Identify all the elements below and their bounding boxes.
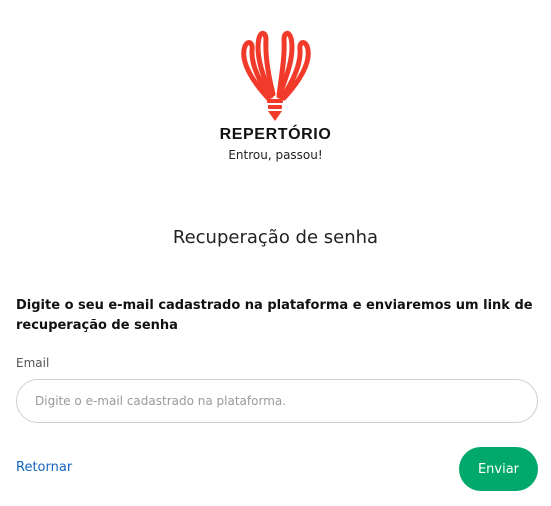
page-title: Recuperação de senha (172, 227, 379, 248)
brand-name: REPERTÓRIO (219, 126, 332, 143)
submit-button[interactable]: Enviar (459, 447, 538, 491)
brand-tagline: Entrou, passou! (228, 148, 323, 162)
back-link[interactable]: Retornar (16, 460, 72, 475)
lightbulb-icon (241, 30, 311, 121)
email-label: Email (16, 356, 50, 370)
email-input[interactable] (16, 379, 538, 423)
instructions-text: Digite o seu e-mail cadastrado na plataf… (16, 298, 533, 333)
